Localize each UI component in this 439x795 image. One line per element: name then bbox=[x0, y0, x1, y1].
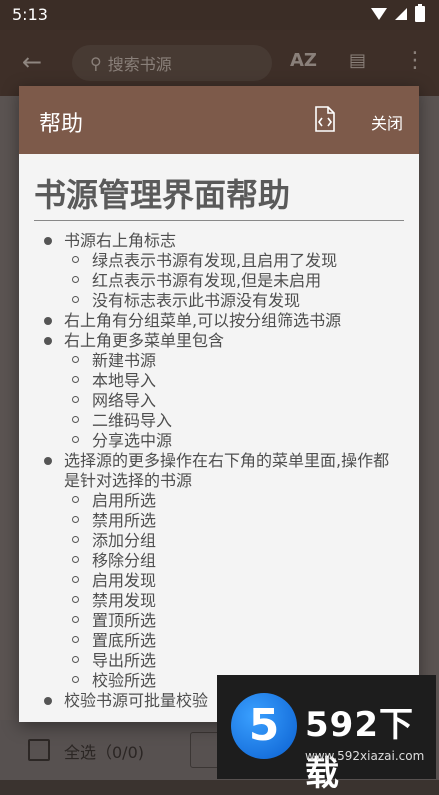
wifi-icon bbox=[371, 8, 387, 20]
help-dialog: 帮助 关闭 书源管理界面帮助 书源右上角标志 绿点表示书源有发现,且启用了发现 红点… bbox=[19, 86, 419, 722]
help-sub-item: 禁用发现 bbox=[19, 591, 419, 611]
status-icons bbox=[371, 4, 425, 22]
help-list-item: 右上角有分组菜单,可以按分组筛选书源 bbox=[19, 311, 419, 331]
help-sub-item: 分享选中源 bbox=[19, 431, 419, 451]
help-heading: 书源管理界面帮助 bbox=[34, 170, 404, 221]
watermark-logo: 5 bbox=[231, 693, 297, 759]
help-list: 书源右上角标志 绿点表示书源有发现,且启用了发现 红点表示书源有发现,但是未启用 没有… bbox=[19, 231, 419, 711]
help-list-item: 书源右上角标志 bbox=[19, 231, 419, 251]
help-sub-item: 绿点表示书源有发现,且启用了发现 bbox=[19, 251, 419, 271]
help-list-item: 选择源的更多操作在右下角的菜单里面,操作都是针对选择的书源 bbox=[19, 451, 419, 491]
dialog-title: 帮助 bbox=[39, 112, 84, 137]
help-sub-item: 置底所选 bbox=[19, 631, 419, 651]
help-sub-item: 红点表示书源有发现,但是未启用 bbox=[19, 271, 419, 291]
status-time: 5:13 bbox=[12, 5, 48, 24]
help-sub-item: 添加分组 bbox=[19, 531, 419, 551]
help-sub-item: 置顶所选 bbox=[19, 611, 419, 631]
help-list-item: 右上角更多菜单里包含 bbox=[19, 331, 419, 351]
select-all-label[interactable]: 全选（0/0) bbox=[64, 739, 144, 763]
help-sub-item: 二维码导入 bbox=[19, 411, 419, 431]
group-icon[interactable]: ▤ bbox=[349, 50, 366, 71]
help-sub-item: 导出所选 bbox=[19, 651, 419, 671]
help-sub-item: 网络导入 bbox=[19, 391, 419, 411]
back-arrow-icon[interactable]: ← bbox=[22, 48, 42, 76]
help-sub-item: 本地导入 bbox=[19, 371, 419, 391]
close-button[interactable]: 关闭 bbox=[371, 110, 403, 134]
watermark: 5 592下载 www.592xiazai.com bbox=[217, 675, 436, 794]
view-source-icon[interactable] bbox=[314, 106, 336, 132]
watermark-brand: 592下载 bbox=[305, 705, 414, 794]
dialog-toolbar: 帮助 关闭 bbox=[19, 86, 419, 154]
help-sub-item: 禁用所选 bbox=[19, 511, 419, 531]
help-sub-item: 启用发现 bbox=[19, 571, 419, 591]
search-icon: ⚲ bbox=[90, 53, 102, 73]
dialog-body[interactable]: 书源管理界面帮助 书源右上角标志 绿点表示书源有发现,且启用了发现 红点表示书源有发… bbox=[19, 154, 419, 722]
help-sub-item: 新建书源 bbox=[19, 351, 419, 371]
help-sub-item: 没有标志表示此书源没有发现 bbox=[19, 291, 419, 311]
select-all-checkbox[interactable] bbox=[28, 739, 50, 761]
status-bar: 5:13 bbox=[0, 0, 439, 30]
signal-icon bbox=[395, 8, 407, 20]
battery-icon bbox=[415, 4, 425, 22]
search-input[interactable]: ⚲ 搜索书源 bbox=[72, 45, 272, 81]
search-placeholder: 搜索书源 bbox=[107, 55, 172, 74]
help-sub-item: 移除分组 bbox=[19, 551, 419, 571]
watermark-url: www.592xiazai.com bbox=[305, 749, 425, 763]
more-menu-icon[interactable]: ⋮ bbox=[404, 48, 426, 73]
help-sub-item: 启用所选 bbox=[19, 491, 419, 511]
sort-az-icon[interactable]: AZ bbox=[290, 50, 317, 71]
